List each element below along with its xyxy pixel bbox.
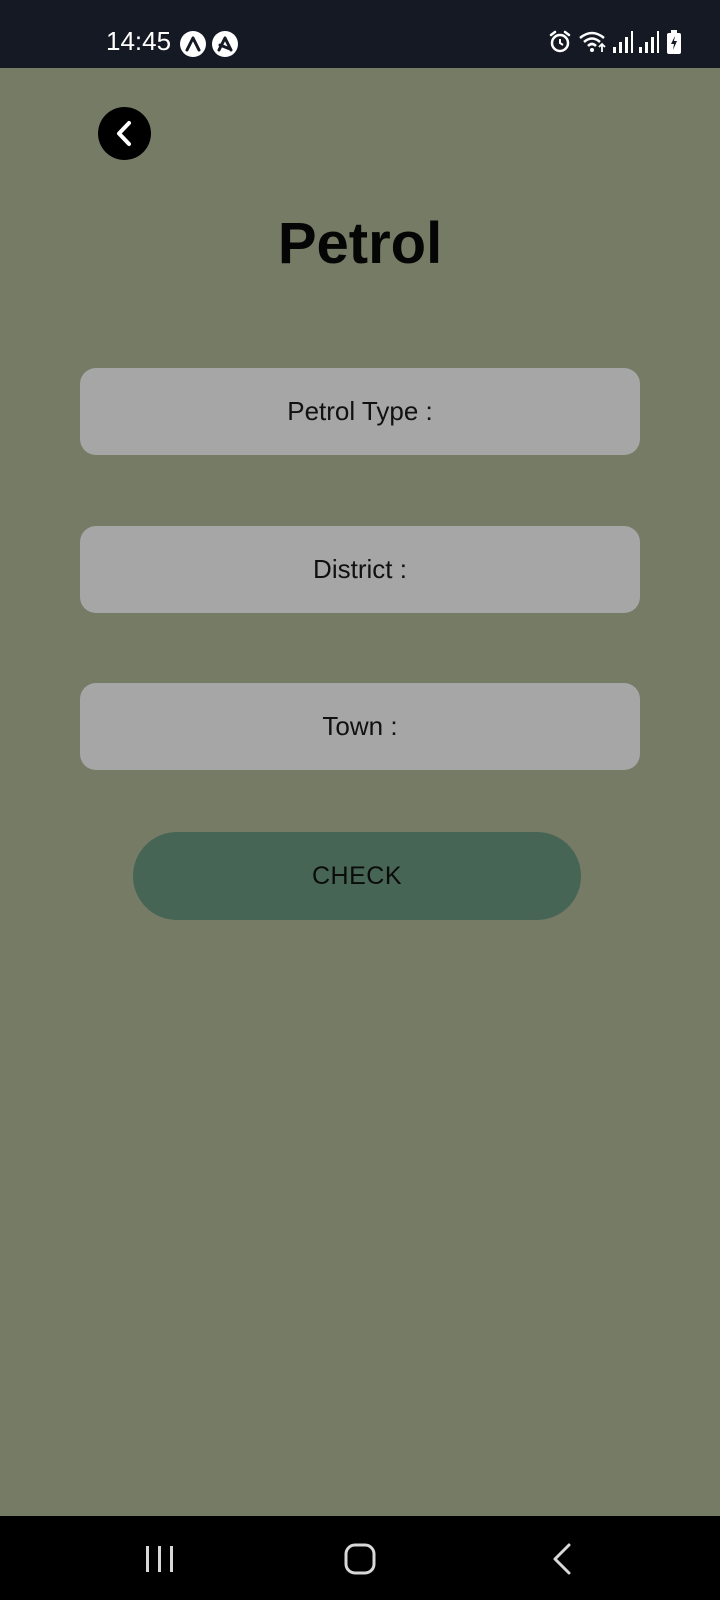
alarm-icon — [548, 30, 572, 59]
wifi-icon — [578, 30, 608, 59]
app-screen: 14:45 Petrol Petrol Type: District: To… — [0, 0, 720, 1600]
signal-icon-2 — [638, 30, 660, 59]
check-button-label: CHECK — [311, 861, 402, 890]
back-icon — [553, 1543, 571, 1575]
town-label: Town : — [322, 711, 398, 741]
back-button[interactable] — [98, 107, 151, 160]
town-field[interactable]: Town : — [80, 683, 640, 770]
chevron-left-icon — [117, 121, 131, 146]
page-title: Petrol — [277, 211, 443, 276]
navigation-bar — [0, 1516, 720, 1600]
recent-apps-icon — [146, 1546, 173, 1572]
notification-app-icon — [180, 31, 206, 57]
recent-apps-button[interactable] — [100, 1516, 220, 1600]
home-button[interactable] — [300, 1516, 420, 1600]
notification-app-icon-2 — [212, 31, 238, 57]
district-field[interactable]: District : — [80, 526, 640, 613]
system-back-button[interactable] — [500, 1516, 620, 1600]
signal-icon — [612, 30, 634, 59]
status-time: 14:45 — [106, 26, 172, 56]
home-icon — [344, 1543, 376, 1575]
battery-charging-icon — [666, 30, 682, 59]
check-button[interactable]: CHECK — [133, 832, 581, 920]
district-label: District : — [313, 554, 407, 584]
petrol-type-field[interactable]: Petrol Type : — [80, 368, 640, 455]
status-bar: 14:45 — [0, 0, 720, 68]
petrol-type-label: Petrol Type : — [287, 396, 433, 426]
